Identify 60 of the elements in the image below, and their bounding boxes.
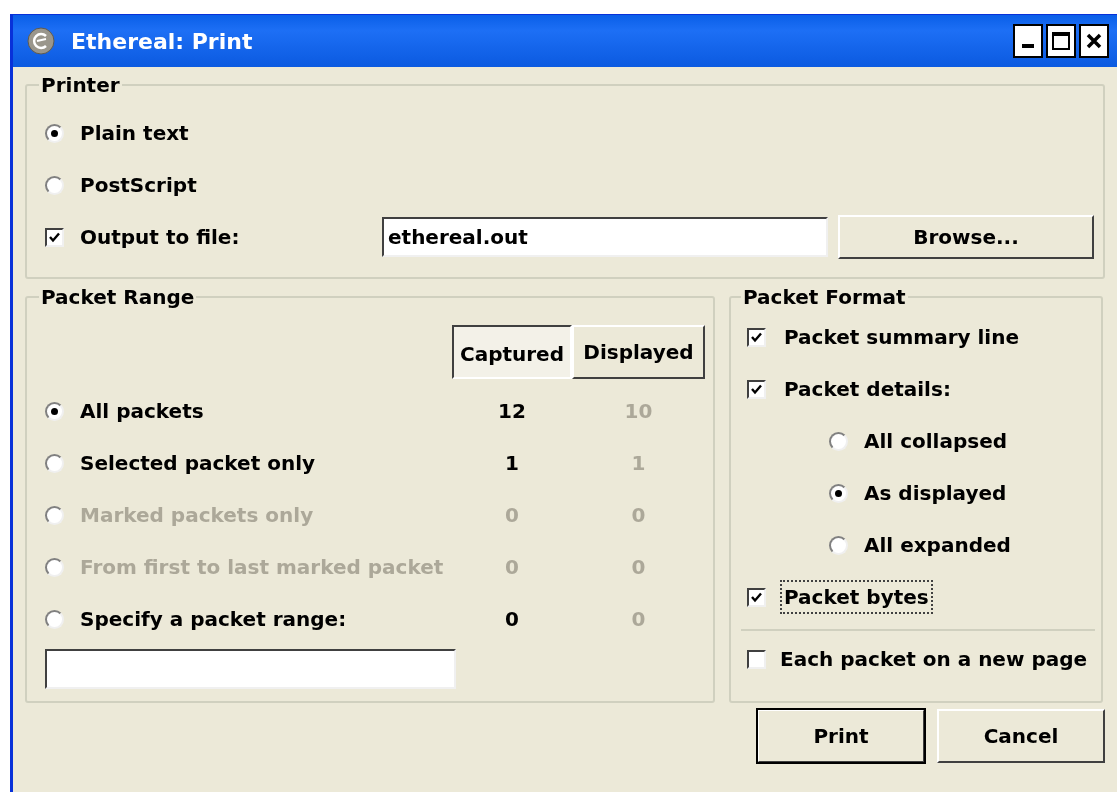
check-icon xyxy=(750,382,763,396)
check-icon xyxy=(48,230,61,244)
radio-button[interactable] xyxy=(45,609,64,629)
radio-button[interactable] xyxy=(45,175,64,195)
close-button[interactable] xyxy=(1079,24,1109,58)
app-icon xyxy=(27,27,55,55)
file-path-field[interactable]: ethereal.out xyxy=(382,217,828,257)
captured-count: 0 xyxy=(504,502,520,529)
checkbox-label: Each packet on a new page xyxy=(780,646,1088,673)
column-toggle-button[interactable]: Displayed xyxy=(572,325,705,379)
radio-label: PostScript xyxy=(80,172,197,199)
displayed-count: 10 xyxy=(623,398,654,425)
radio-button[interactable] xyxy=(45,453,64,473)
captured-count: 1 xyxy=(504,450,520,477)
checkbox[interactable] xyxy=(747,587,766,607)
checkbox[interactable] xyxy=(747,379,766,399)
radio-label: Plain text xyxy=(80,120,189,147)
browse-button[interactable]: Browse... xyxy=(838,215,1094,259)
captured-count: 12 xyxy=(497,398,527,425)
checkbox[interactable] xyxy=(45,227,64,247)
dialog-button[interactable]: Cancel xyxy=(937,709,1105,763)
checkbox-label: Packet summary line xyxy=(783,324,1021,351)
window-title: Ethereal: Print xyxy=(71,27,253,56)
radio-button[interactable] xyxy=(45,123,64,143)
displayed-count: 0 xyxy=(630,502,647,529)
checkbox[interactable] xyxy=(747,649,766,669)
radio-button[interactable] xyxy=(829,535,848,555)
radio-label: From first to last marked packet xyxy=(80,554,444,581)
group-title: Packet Range xyxy=(40,285,196,309)
check-icon xyxy=(750,590,763,604)
radio-label: All collapsed xyxy=(864,428,1008,455)
radio-button[interactable] xyxy=(829,431,848,451)
checkbox-label: Packet details: xyxy=(783,376,952,403)
minimize-icon xyxy=(1022,44,1034,48)
checkbox-label: Packet bytes xyxy=(780,580,933,614)
radio-label: All packets xyxy=(80,398,204,425)
close-icon xyxy=(1086,33,1102,49)
maximize-icon xyxy=(1052,32,1070,50)
displayed-count: 1 xyxy=(630,450,647,477)
group-title: Printer xyxy=(40,73,121,97)
group-title: Packet Format xyxy=(742,285,907,309)
maximize-button[interactable] xyxy=(1046,24,1076,58)
displayed-count: 0 xyxy=(630,606,647,633)
captured-count: 0 xyxy=(504,554,520,581)
radio-button[interactable] xyxy=(45,401,64,421)
checkbox-label: Output to file: xyxy=(80,224,240,251)
radio-button[interactable] xyxy=(829,483,848,503)
radio-label: All expanded xyxy=(864,532,1011,559)
checkbox[interactable] xyxy=(747,327,766,347)
check-icon xyxy=(750,330,763,344)
minimize-button[interactable] xyxy=(1013,24,1043,58)
column-toggle-button[interactable]: Captured xyxy=(452,325,572,379)
captured-count: 0 xyxy=(504,606,520,633)
radio-label: Selected packet only xyxy=(80,450,316,477)
displayed-count: 0 xyxy=(630,554,647,581)
packet-range-field[interactable] xyxy=(45,649,456,689)
dialog-button[interactable]: Print xyxy=(757,709,925,763)
radio-label: Marked packets only xyxy=(80,502,314,529)
radio-label: As displayed xyxy=(864,480,1007,507)
radio-label: Specify a packet range: xyxy=(80,606,347,633)
